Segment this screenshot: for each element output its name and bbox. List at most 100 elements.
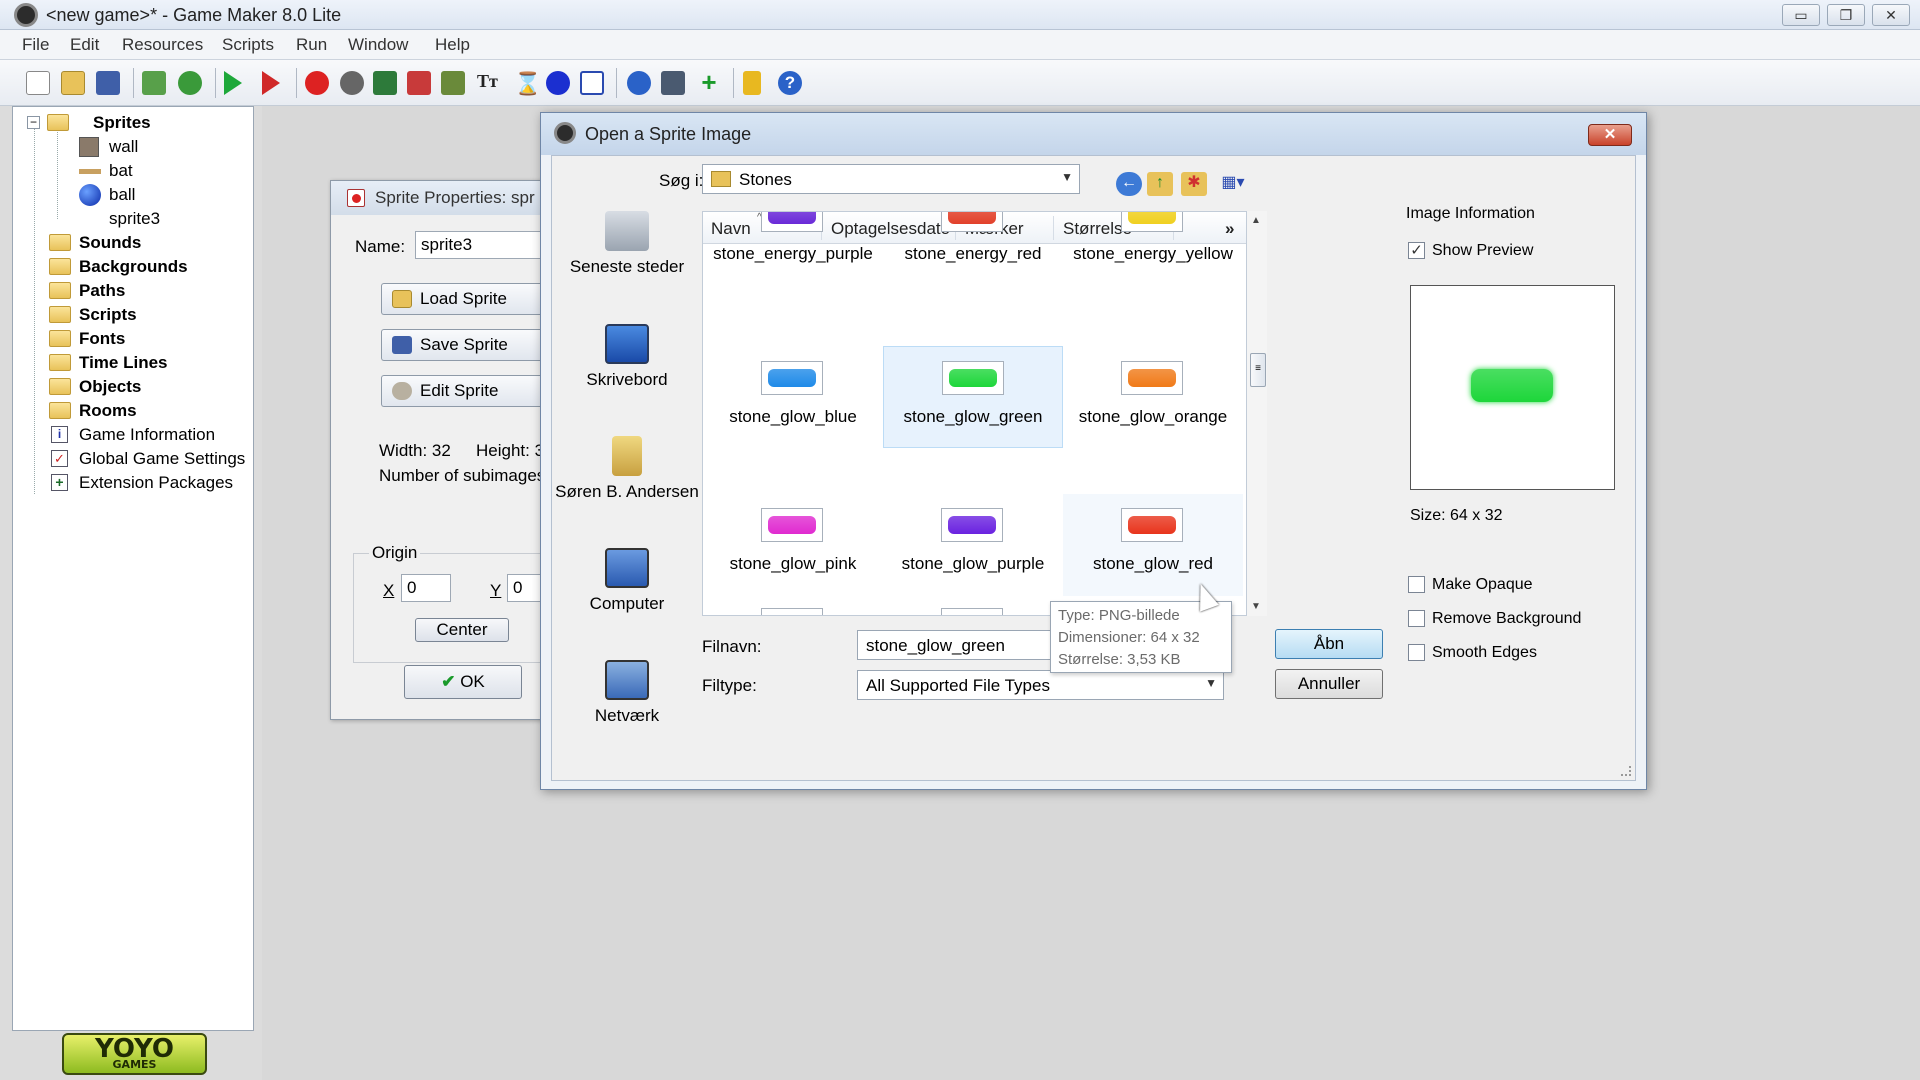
- file-item[interactable]: stone_glow_pink: [703, 494, 883, 596]
- add-path-icon[interactable]: [407, 71, 431, 95]
- save-sprite-button[interactable]: Save Sprite: [381, 329, 561, 361]
- add-timeline-icon[interactable]: ⌛: [514, 71, 541, 96]
- dialog-close-button[interactable]: ✕: [1588, 124, 1632, 146]
- file-item[interactable]: stone_energy_red: [883, 212, 1063, 286]
- look-in-combo[interactable]: Stones ▼: [702, 164, 1080, 194]
- menu-window[interactable]: Window: [348, 35, 408, 55]
- wall-sprite-icon: [79, 137, 99, 157]
- edit-sprite-button[interactable]: Edit Sprite: [381, 375, 561, 407]
- scroll-up-icon[interactable]: ▲: [1251, 215, 1261, 226]
- tree-label: ball: [109, 185, 136, 204]
- file-thumbnail-partial[interactable]: [761, 608, 823, 615]
- new-folder-icon[interactable]: ✱: [1181, 172, 1207, 196]
- place-desktop[interactable]: Skrivebord: [552, 324, 702, 390]
- maximize-button[interactable]: ❐: [1827, 4, 1865, 26]
- file-item[interactable]: stone_energy_purple: [703, 212, 883, 286]
- view-menu-icon[interactable]: ▦▾: [1216, 172, 1250, 196]
- checkbox-icon[interactable]: [1408, 644, 1425, 661]
- preview-stone-image: [1471, 369, 1553, 402]
- game-maker-icon: [14, 3, 38, 27]
- tree-game-information[interactable]: i Game Information: [13, 423, 243, 447]
- help-icon[interactable]: ?: [778, 71, 802, 95]
- resource-tree[interactable]: − Sprites wall bat ball sprite3 Sounds B…: [12, 106, 254, 1031]
- menu-file[interactable]: File: [22, 35, 49, 55]
- game-maker-icon: [554, 122, 576, 144]
- file-item[interactable]: stone_energy_yellow: [1063, 212, 1243, 286]
- origin-x-field[interactable]: 0: [401, 574, 451, 602]
- tree-folder-fonts[interactable]: Fonts: [13, 327, 233, 351]
- export-icon[interactable]: [142, 71, 166, 95]
- file-list-scrollbar[interactable]: ▲ ≡ ▼: [1247, 211, 1267, 616]
- menu-run[interactable]: Run: [296, 35, 327, 55]
- up-folder-icon[interactable]: ↑: [1147, 172, 1173, 196]
- place-network[interactable]: Netværk: [552, 660, 702, 726]
- game-settings-icon[interactable]: [661, 71, 685, 95]
- tree-folder-paths[interactable]: Paths: [13, 279, 233, 303]
- file-item[interactable]: stone_glow_orange: [1063, 347, 1243, 449]
- tree-folder-sounds[interactable]: Sounds: [13, 231, 233, 255]
- publish-icon[interactable]: [178, 71, 202, 95]
- ok-button[interactable]: ✔ OK: [404, 665, 522, 699]
- menu-edit[interactable]: Edit: [70, 35, 99, 55]
- add-room-icon[interactable]: [580, 71, 604, 95]
- tree-extension-packages[interactable]: + Extension Packages: [13, 471, 243, 495]
- tree-global-game-settings[interactable]: ✓ Global Game Settings: [13, 447, 245, 471]
- place-user[interactable]: Søren B. Andersen: [552, 436, 702, 502]
- add-sprite-icon[interactable]: [305, 71, 329, 95]
- close-window-button[interactable]: ✕: [1872, 4, 1910, 26]
- sprite-properties-window: Sprite Properties: spr Name: sprite3 Loa…: [330, 180, 561, 720]
- add-script-icon[interactable]: [441, 71, 465, 95]
- tree-sprite-ball[interactable]: ball: [13, 183, 213, 207]
- tree-sprite-bat[interactable]: bat: [13, 159, 213, 183]
- save-icon[interactable]: [96, 71, 120, 95]
- file-list[interactable]: Navn ^ Optagelsesdato Mærker Størrelse »…: [702, 211, 1247, 616]
- resize-grip-icon[interactable]: [1621, 766, 1631, 776]
- file-item[interactable]: stone_glow_blue: [703, 347, 883, 449]
- add-sound-icon[interactable]: [340, 71, 364, 95]
- name-label: Name:: [355, 237, 406, 256]
- add-object-icon[interactable]: [546, 71, 570, 95]
- open-icon[interactable]: [61, 71, 85, 95]
- tree-sprite-wall[interactable]: wall: [13, 135, 213, 159]
- tree-folder-timelines[interactable]: Time Lines: [13, 351, 233, 375]
- new-icon[interactable]: [26, 71, 50, 95]
- game-info-icon[interactable]: [627, 71, 651, 95]
- file-item-selected[interactable]: stone_glow_green: [883, 346, 1063, 448]
- tree-folder-objects[interactable]: Objects: [13, 375, 233, 399]
- run-icon[interactable]: [224, 71, 242, 95]
- checkbox-checked-icon[interactable]: ✓: [1408, 242, 1425, 259]
- extension-icon[interactable]: +: [697, 69, 721, 95]
- center-button[interactable]: Center: [415, 618, 509, 642]
- add-font-icon[interactable]: Tт: [477, 71, 501, 95]
- tree-folder-rooms[interactable]: Rooms: [13, 399, 233, 423]
- place-recent[interactable]: Seneste steder: [552, 211, 702, 277]
- open-button[interactable]: Åbn: [1275, 629, 1383, 659]
- add-background-icon[interactable]: [373, 71, 397, 95]
- edit-sprite-icon: [392, 382, 412, 400]
- place-computer[interactable]: Computer: [552, 548, 702, 614]
- minimize-button[interactable]: ▭: [1782, 4, 1820, 26]
- file-item[interactable]: stone_glow_purple: [883, 494, 1063, 596]
- back-icon[interactable]: ←: [1116, 172, 1142, 196]
- scroll-down-icon[interactable]: ▼: [1251, 601, 1261, 612]
- file-thumbnail-partial[interactable]: [941, 608, 1003, 615]
- tree-sprite-sprite3[interactable]: sprite3: [13, 207, 213, 231]
- tree-folder-backgrounds[interactable]: Backgrounds: [13, 255, 233, 279]
- checkbox-icon[interactable]: [1408, 576, 1425, 593]
- load-sprite-button[interactable]: Load Sprite: [381, 283, 561, 315]
- collapse-icon[interactable]: −: [27, 116, 40, 129]
- tree-sprites-folder[interactable]: − Sprites: [27, 111, 227, 135]
- menu-resources[interactable]: Resources: [122, 35, 203, 55]
- tree-folder-scripts[interactable]: Scripts: [13, 303, 233, 327]
- cancel-button[interactable]: Annuller: [1275, 669, 1383, 699]
- checkbox-icon[interactable]: [1408, 610, 1425, 627]
- menu-scripts[interactable]: Scripts: [222, 35, 274, 55]
- filetype-label: Filtype:: [702, 676, 757, 695]
- open-sprite-dialog: Open a Sprite Image ✕ Søg i: Stones ▼ ← …: [540, 112, 1647, 790]
- upgrade-icon[interactable]: [743, 71, 761, 95]
- scrollbar-thumb[interactable]: ≡: [1250, 353, 1266, 387]
- file-item-hovered[interactable]: stone_glow_red: [1063, 494, 1243, 596]
- menu-help[interactable]: Help: [435, 35, 470, 55]
- debug-icon[interactable]: [262, 71, 280, 95]
- filetype-select[interactable]: All Supported File Types ▼: [857, 670, 1224, 700]
